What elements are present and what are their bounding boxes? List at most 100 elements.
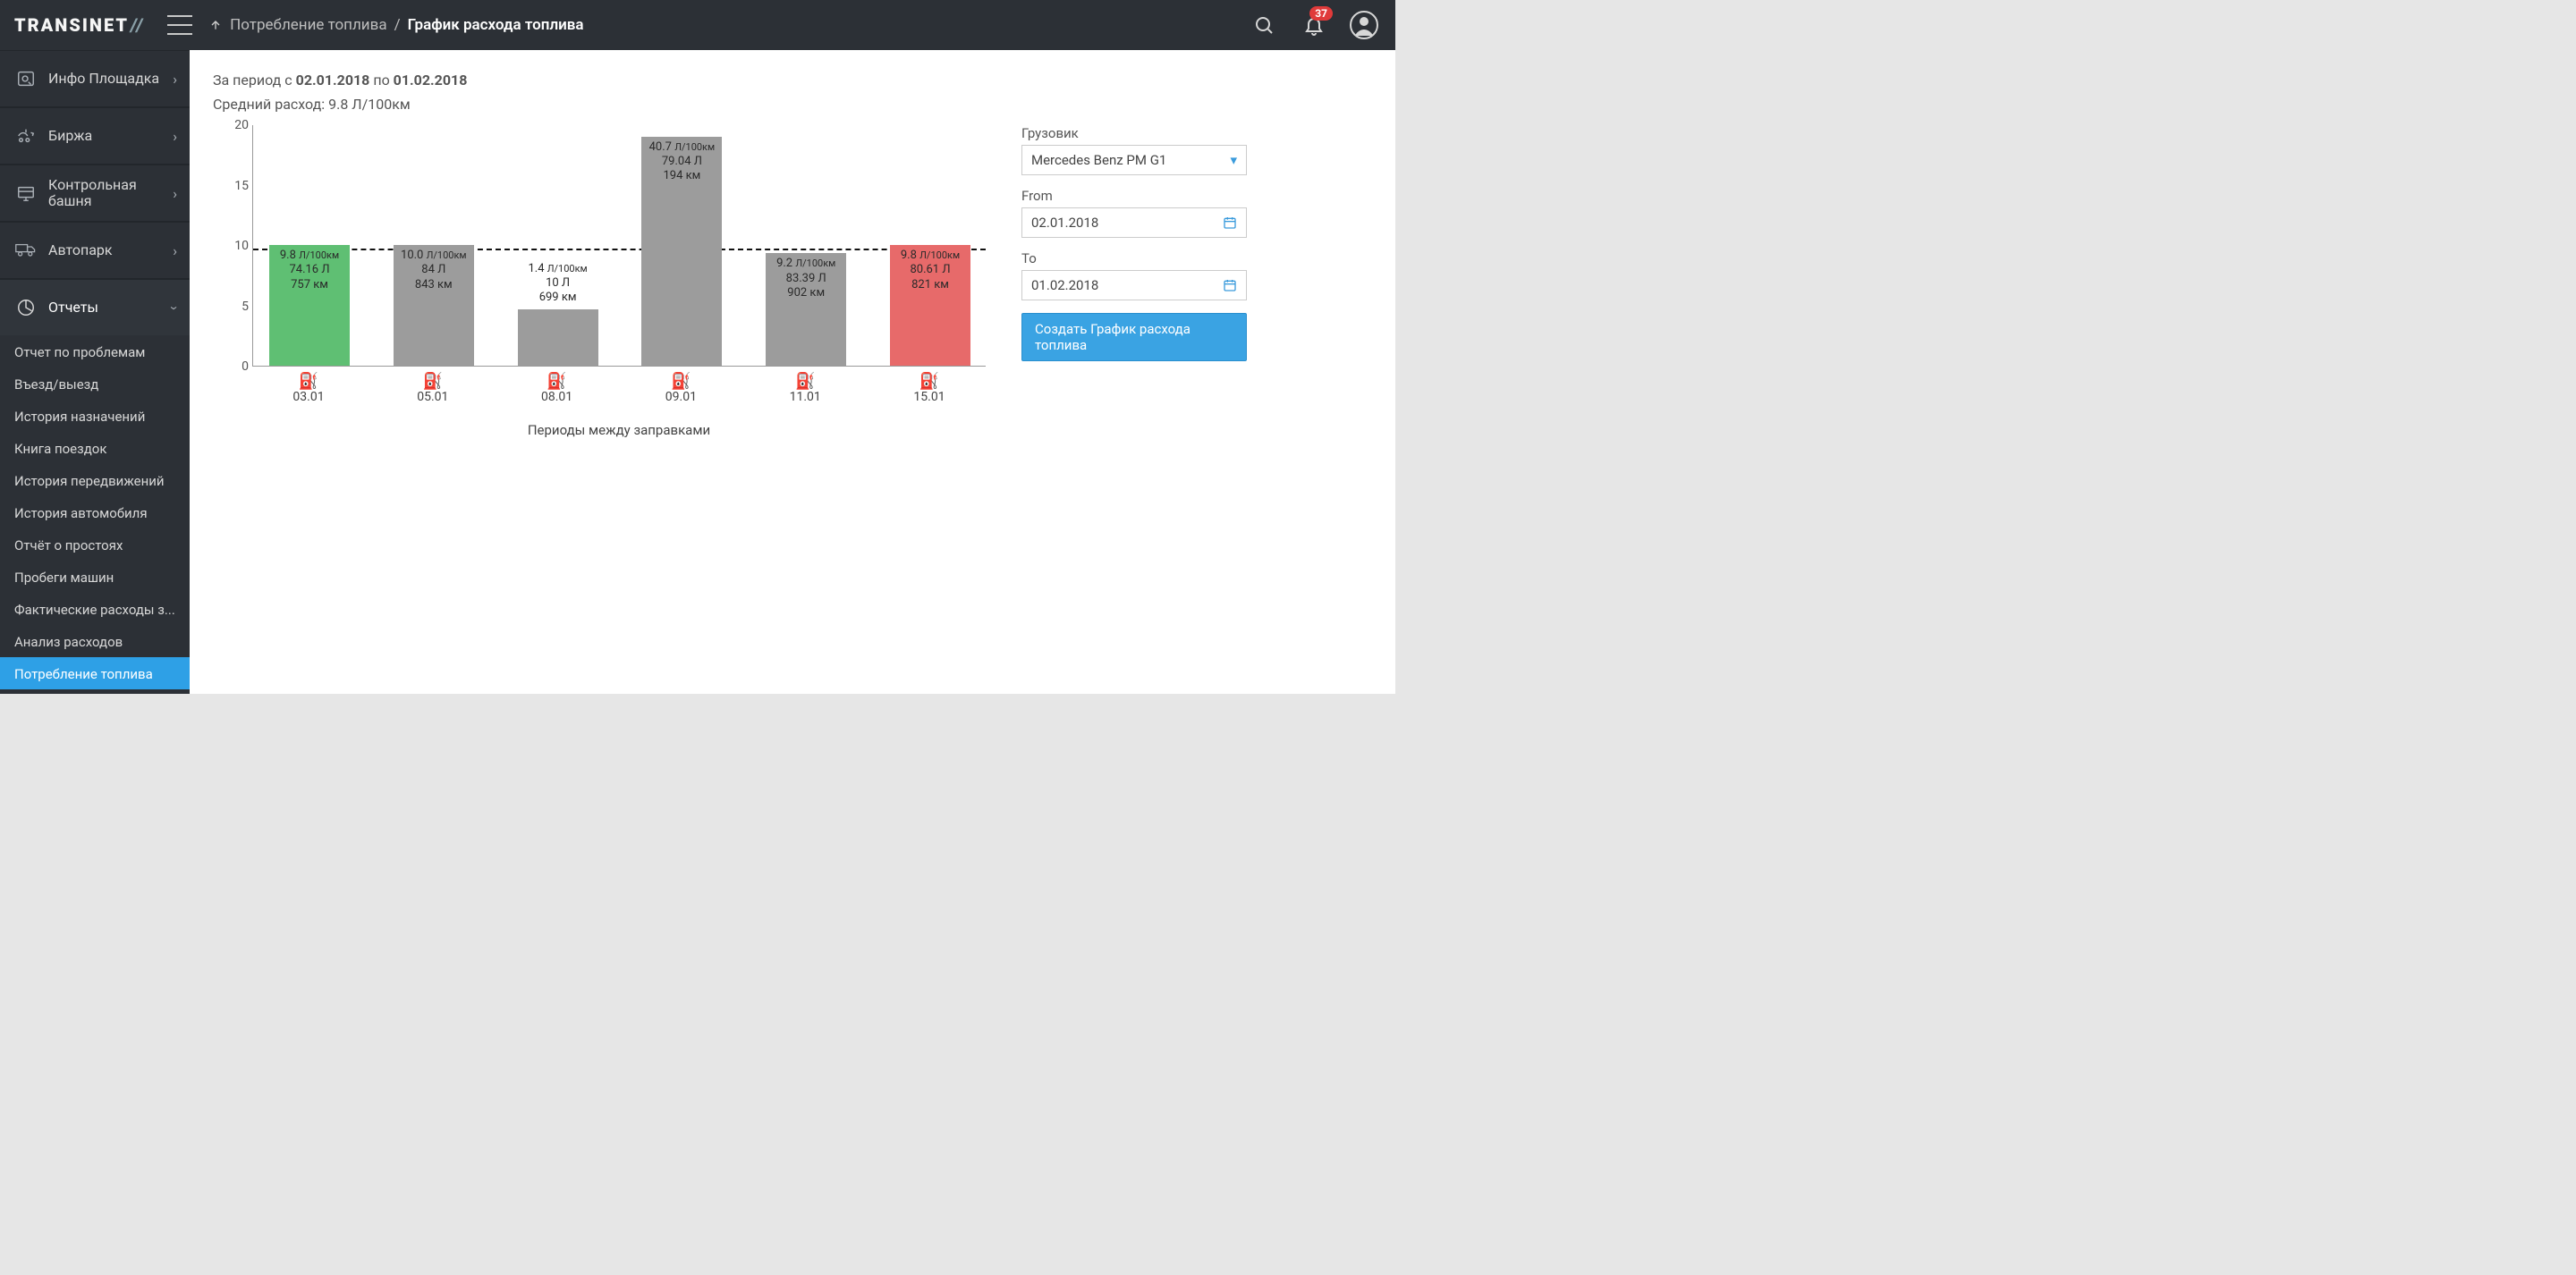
chart-x-tick: ⛽03.01	[292, 374, 324, 404]
chart-average-line	[253, 249, 986, 250]
chart-y-tick: 15	[213, 179, 249, 193]
sidebar-subitem[interactable]: Фактические расходы з...	[0, 593, 190, 625]
sidebar-subitem[interactable]: Отчет по проблемам	[0, 335, 190, 367]
info-area-icon	[13, 69, 39, 89]
chart-x-tick: ⛽11.01	[790, 374, 821, 404]
chart-y-tick: 5	[213, 300, 249, 314]
truck-select-value: Mercedes Benz PM G1	[1031, 152, 1223, 168]
chart-bar-caption: 9.8 Л/100км80.61 Л821 км	[890, 245, 970, 292]
chart-y-tick: 20	[213, 118, 249, 132]
period-mid: по	[369, 72, 393, 89]
logo-slashes-icon: //	[131, 14, 144, 36]
chart-bar-caption: 10.0 Л/100км84 Л843 км	[394, 245, 474, 292]
user-avatar-button[interactable]	[1347, 8, 1381, 42]
sidebar-item-fleet[interactable]: Автопарк ›	[0, 223, 190, 278]
truck-select[interactable]: Mercedes Benz PM G1 ▾	[1021, 145, 1247, 175]
sidebar-item-info-area[interactable]: Инфо Площадка ›	[0, 51, 190, 106]
to-label: To	[1021, 250, 1247, 266]
chart-bar: 9.8 Л/100км80.61 Л821 км	[890, 245, 970, 366]
sidebar-subitem[interactable]: События в геозонах	[0, 689, 190, 694]
period-prefix: За период с	[213, 72, 296, 89]
fuel-pump-icon: ⛽	[541, 374, 572, 390]
pie-chart-icon	[13, 298, 39, 317]
chart-bar: 9.8 Л/100км74.16 Л757 км	[269, 245, 350, 366]
chart-x-tick: ⛽09.01	[665, 374, 697, 404]
sidebar-subitem[interactable]: Въезд/выезд	[0, 367, 190, 400]
calendar-icon	[1223, 215, 1237, 230]
period-line: За период с 02.01.2018 по 01.02.2018	[213, 72, 1372, 89]
sidebar-item-label: Биржа	[48, 128, 173, 144]
fuel-pump-icon: ⛽	[913, 374, 945, 390]
up-arrow-icon[interactable]	[208, 18, 223, 32]
fuel-pump-icon: ⛽	[292, 374, 324, 390]
chart-y-tick: 0	[213, 359, 249, 374]
sidebar-item-label: Отчеты	[48, 300, 173, 316]
to-date-value: 01.02.2018	[1031, 277, 1216, 293]
breadcrumb-sep: /	[394, 16, 401, 34]
menu-toggle-button[interactable]	[167, 15, 192, 35]
calendar-icon	[1223, 278, 1237, 292]
chart-x-title: Периоды между заправками	[252, 422, 986, 438]
fuel-pump-icon: ⛽	[790, 374, 821, 390]
chart-bar-caption: 9.8 Л/100км74.16 Л757 км	[269, 245, 350, 292]
sidebar-subitem[interactable]: Пробеги машин	[0, 561, 190, 593]
chart-controls: Грузовик Mercedes Benz PM G1 ▾ From 02.0…	[1021, 125, 1247, 361]
chart-bar-caption: 40.7 Л/100км79.04 Л194 км	[641, 137, 722, 184]
sidebar: Инфо Площадка › Биржа › Контрольная башн…	[0, 50, 190, 694]
from-date-input[interactable]: 02.01.2018	[1021, 207, 1247, 238]
sidebar-subitem[interactable]: История автомобиля	[0, 496, 190, 528]
breadcrumb-parent[interactable]: Потребление топлива	[230, 16, 386, 34]
sidebar-item-exchange[interactable]: Биржа ›	[0, 108, 190, 164]
truck-icon	[13, 242, 39, 258]
breadcrumb: Потребление топлива / График расхода топ…	[208, 16, 583, 34]
chart-bar: 10.0 Л/100км84 Л843 км	[394, 245, 474, 366]
sidebar-item-label: Контрольная башня	[48, 177, 173, 210]
sidebar-item-reports[interactable]: Отчеты ›	[0, 280, 190, 335]
chart-x-tick: ⛽15.01	[913, 374, 945, 404]
period-from: 02.01.2018	[296, 72, 370, 89]
create-chart-button[interactable]: Создать График расхода топлива	[1021, 313, 1247, 361]
notifications-badge: 37	[1309, 6, 1333, 21]
fuel-pump-icon: ⛽	[417, 374, 448, 390]
chart-bar: 9.2 Л/100км83.39 Л902 км	[766, 253, 846, 366]
avg-consumption: Средний расход: 9.8 Л/100км	[213, 96, 1372, 113]
chart-y-tick: 10	[213, 239, 249, 253]
topbar: TRANSINET// Потребление топлива / График…	[0, 0, 1395, 50]
sidebar-sublist: Отчет по проблемамВъезд/выездИстория наз…	[0, 335, 190, 694]
fuel-chart: 9.8 Л/100км74.16 Л757 км 10.0 Л/100км84 Л…	[213, 125, 1000, 447]
content-area: За период с 02.01.2018 по 01.02.2018 Сре…	[190, 50, 1395, 694]
sidebar-item-control-tower[interactable]: Контрольная башня ›	[0, 165, 190, 221]
sidebar-subitem[interactable]: Отчёт о простоях	[0, 528, 190, 561]
chart-bar-caption: 9.2 Л/100км83.39 Л902 км	[766, 253, 846, 300]
notifications-button[interactable]: 37	[1297, 8, 1331, 42]
from-date-value: 02.01.2018	[1031, 215, 1216, 231]
sidebar-subitem[interactable]: Книга поездок	[0, 432, 190, 464]
dropdown-icon: ▾	[1230, 152, 1237, 168]
sidebar-item-label: Инфо Площадка	[48, 71, 173, 87]
chevron-right-icon: ›	[173, 185, 177, 202]
sidebar-item-label: Автопарк	[48, 242, 173, 258]
chevron-down-icon: ›	[166, 306, 183, 310]
sidebar-subitem[interactable]: История назначений	[0, 400, 190, 432]
sidebar-subitem[interactable]: История передвижений	[0, 464, 190, 496]
breadcrumb-current: График расхода топлива	[408, 16, 584, 34]
chevron-right-icon: ›	[173, 242, 177, 259]
from-label: From	[1021, 188, 1247, 204]
period-to: 01.02.2018	[394, 72, 468, 89]
search-button[interactable]	[1247, 8, 1281, 42]
chart-bar: 1.4 Л/100км10 Л699 км	[518, 309, 598, 366]
chart-plot-area: 9.8 Л/100км74.16 Л757 км 10.0 Л/100км84 Л…	[252, 125, 986, 367]
chart-bar-caption: 1.4 Л/100км10 Л699 км	[518, 262, 598, 309]
chevron-right-icon: ›	[173, 128, 177, 145]
chart-x-tick: ⛽08.01	[541, 374, 572, 404]
chart-x-tick: ⛽05.01	[417, 374, 448, 404]
to-date-input[interactable]: 01.02.2018	[1021, 270, 1247, 300]
chevron-right-icon: ›	[173, 71, 177, 88]
sidebar-subitem[interactable]: Анализ расходов	[0, 625, 190, 657]
sidebar-subitem[interactable]: Потребление топлива	[0, 657, 190, 689]
fuel-pump-icon: ⛽	[665, 374, 697, 390]
chart-bar: 40.7 Л/100км79.04 Л194 км	[641, 137, 722, 367]
logo-text: TRANSINET	[14, 14, 129, 36]
logo[interactable]: TRANSINET//	[14, 14, 144, 36]
control-tower-icon	[13, 183, 39, 203]
